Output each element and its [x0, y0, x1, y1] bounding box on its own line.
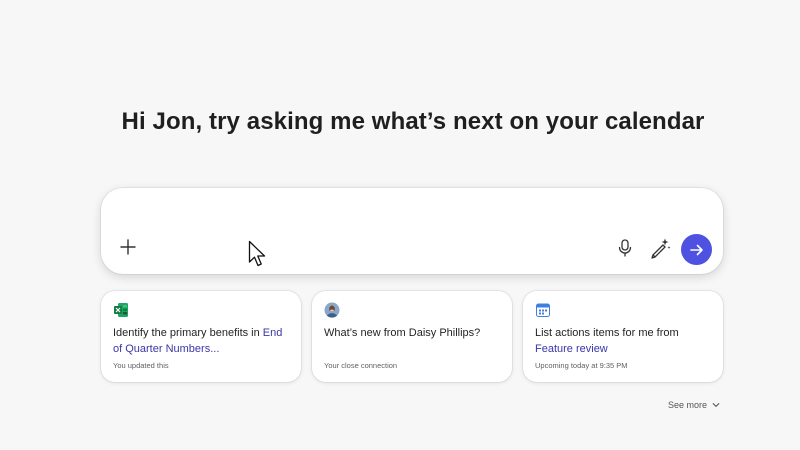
send-button[interactable]	[681, 234, 712, 265]
microphone-icon[interactable]	[615, 238, 635, 258]
suggestion-card-excel[interactable]: Identify the primary benefits in End of …	[101, 291, 301, 382]
greeting-heading: Hi Jon, try asking me what’s next on you…	[121, 108, 705, 135]
suggestion-meta: Your close connection	[324, 361, 398, 370]
prompt-composer[interactable]	[101, 188, 723, 274]
see-more-label: See more	[668, 400, 708, 410]
suggestion-card-person[interactable]: What’s new from Daisy Phillips? Your clo…	[312, 291, 512, 382]
suggestion-card-calendar[interactable]: List actions items for me from Feature r…	[523, 291, 723, 382]
sparkle-pen-icon[interactable]	[649, 237, 671, 259]
plus-icon[interactable]	[119, 238, 137, 256]
suggestion-text: List actions items for me from Feature r…	[535, 327, 679, 355]
suggestion-text: What’s new from Daisy Phillips?	[324, 327, 481, 339]
suggestion-meta: Upcoming today at 9:35 PM	[535, 361, 628, 370]
chevron-down-icon	[712, 403, 720, 407]
suggestion-text: Identify the primary benefits in End of …	[113, 327, 283, 355]
see-more-button[interactable]: See more	[668, 400, 720, 410]
calendar-icon	[536, 303, 550, 317]
arrow-right-icon	[689, 244, 703, 255]
meeting-link[interactable]: Feature review	[535, 343, 608, 355]
suggestion-meta: You updated this	[113, 361, 169, 370]
avatar-icon	[324, 302, 340, 318]
excel-icon	[114, 303, 128, 317]
